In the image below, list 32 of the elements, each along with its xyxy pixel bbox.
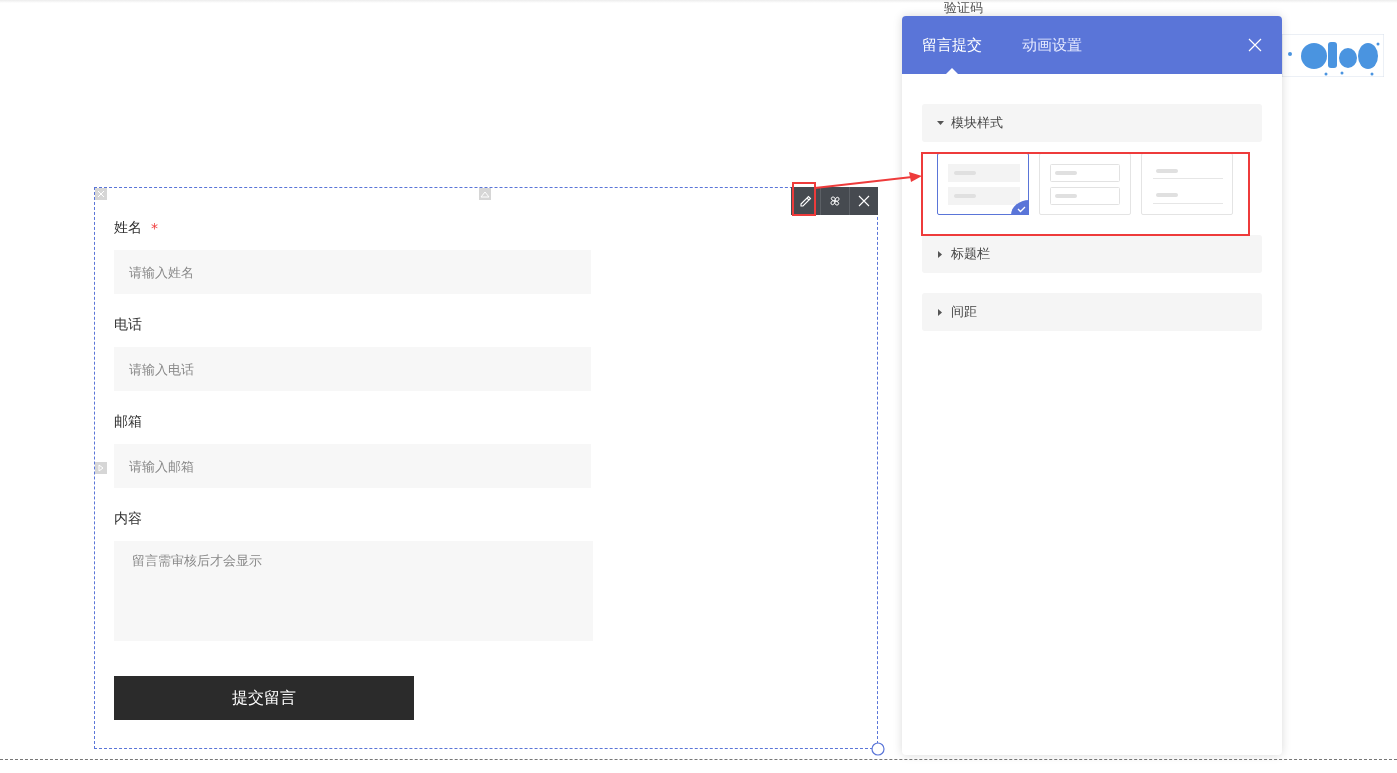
input-field[interactable]: 请输入姓名 <box>114 250 591 294</box>
input-field[interactable]: 请输入邮箱 <box>114 444 591 488</box>
captcha-label: 验证码 <box>944 0 983 15</box>
expand-icon <box>95 188 107 200</box>
close-icon <box>1248 38 1262 52</box>
section-title: 标题栏 <box>951 245 990 263</box>
field-label: 内容 <box>114 510 142 528</box>
handle-icon <box>479 188 491 200</box>
submit-button[interactable]: 提交留言 <box>114 676 414 720</box>
section-header[interactable]: 间距 <box>922 293 1262 331</box>
caret-down-icon <box>936 118 945 128</box>
section-title: 模块样式 <box>951 114 1003 132</box>
field-label: 电话 <box>114 316 142 334</box>
caret-right-icon <box>936 249 945 259</box>
field-label: 姓名 <box>114 219 142 237</box>
section-header[interactable]: 模块样式 <box>922 104 1262 142</box>
tab[interactable]: 留言提交 <box>922 16 982 74</box>
field-label: 邮箱 <box>114 413 142 431</box>
section-title: 间距 <box>951 303 977 321</box>
text-area[interactable]: 留言需审核后才会显示 <box>114 541 593 641</box>
style-option[interactable] <box>937 153 1029 215</box>
caret-right-icon <box>936 307 945 317</box>
required-mark: * <box>151 220 158 236</box>
fan-icon <box>827 193 843 209</box>
close-icon <box>856 193 872 209</box>
handle-icon <box>95 462 107 474</box>
highlight-box <box>792 182 816 216</box>
input-field[interactable]: 请输入电话 <box>114 347 591 391</box>
section-header[interactable]: 标题栏 <box>922 235 1262 273</box>
tab[interactable]: 动画设置 <box>1022 16 1082 74</box>
edit-icon <box>797 193 814 209</box>
check-icon <box>1011 200 1029 215</box>
